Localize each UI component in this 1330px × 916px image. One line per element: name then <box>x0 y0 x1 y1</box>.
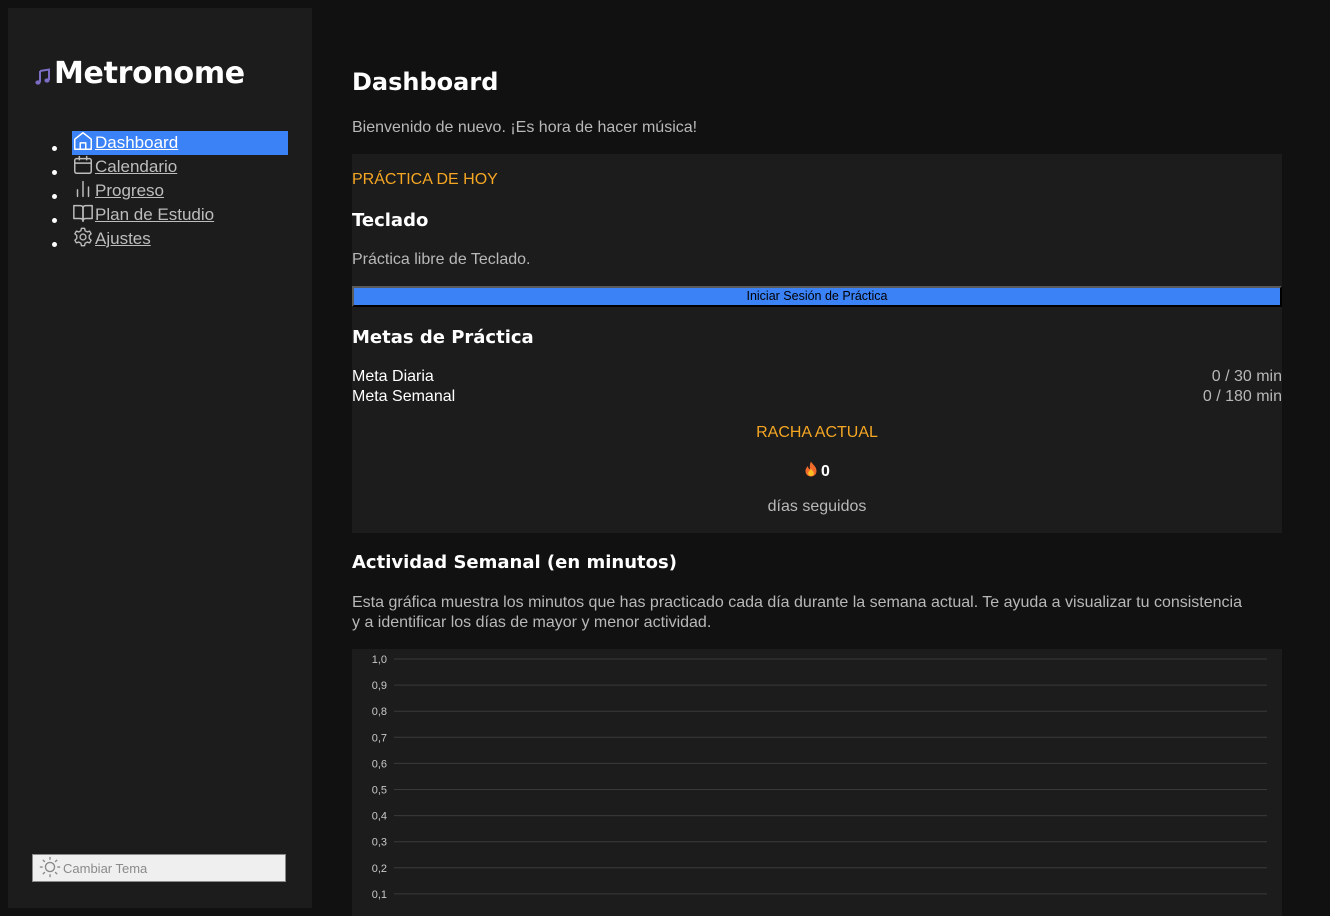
nav-link-dashboard[interactable]: Dashboard <box>72 131 288 155</box>
y-tick-label: 0,5 <box>372 785 387 797</box>
nav-link-plan-de-estudio[interactable]: Plan de Estudio <box>72 203 214 227</box>
sun-icon <box>39 856 61 881</box>
y-tick-label: 0,9 <box>372 680 387 692</box>
nav-link-ajustes[interactable]: Ajustes <box>72 227 151 251</box>
goal-row-weekly: Meta Semanal 0 / 180 min <box>352 388 1282 408</box>
y-tick-label: 1,0 <box>372 654 387 666</box>
sidebar-item-label: Plan de Estudio <box>95 205 215 224</box>
theme-toggle-label: Cambiar Tema <box>63 860 148 876</box>
activity-title: Actividad Semanal (en minutos) <box>352 552 677 573</box>
bar-chart-icon <box>72 178 94 205</box>
weekly-activity-chart: 1,0 0,9 0,8 0,7 0,6 0,5 0,4 0,3 0,2 0,1 <box>352 649 1282 916</box>
instrument-description: Práctica libre de Teclado. <box>352 251 531 268</box>
sidebar-item-label: Calendario <box>95 157 178 176</box>
nav-link-calendario[interactable]: Calendario <box>72 155 177 179</box>
instrument-title: Teclado <box>352 210 429 231</box>
y-tick-label: 0,7 <box>372 732 387 744</box>
flame-icon <box>804 461 818 482</box>
welcome-message: Bienvenido de nuevo. ¡Es hora de hacer m… <box>352 119 698 136</box>
sidebar-item-label: Progreso <box>95 181 164 200</box>
activity-description: Esta gráfica muestra los minutos que has… <box>352 594 1242 631</box>
app-name: Metronome <box>54 56 245 91</box>
today-practice-label: PRÁCTICA DE HOY <box>352 171 498 188</box>
start-practice-button[interactable]: Iniciar Sesión de Práctica <box>352 286 1282 307</box>
goal-name: Meta Semanal <box>352 388 456 405</box>
streak-unit: días seguidos <box>767 498 867 515</box>
sidebar: Metronome Dashboard Calendario Progreso … <box>8 8 312 908</box>
y-tick-label: 0,8 <box>372 706 387 718</box>
streak-value: 0 <box>352 461 1282 482</box>
goal-name: Meta Diaria <box>352 368 434 385</box>
goal-row-daily: Meta Diaria 0 / 30 min <box>352 368 1282 388</box>
app-logo[interactable]: Metronome <box>34 56 245 91</box>
home-icon <box>72 130 94 157</box>
streak-label: RACHA ACTUAL <box>756 424 878 441</box>
y-tick-label: 0,4 <box>372 811 387 823</box>
sidebar-item-label: Dashboard <box>95 133 179 152</box>
gear-icon <box>72 226 94 253</box>
y-tick-label: 0,2 <box>372 863 387 875</box>
chart-canvas: 1,0 0,9 0,8 0,7 0,6 0,5 0,4 0,3 0,2 0,1 <box>372 654 1267 901</box>
y-tick-label: 0,6 <box>372 758 387 770</box>
calendar-icon <box>72 154 94 181</box>
today-practice-card: PRÁCTICA DE HOY Teclado Práctica libre d… <box>352 154 1282 533</box>
book-open-icon <box>72 202 94 229</box>
goal-value: 0 / 30 min <box>1211 368 1282 385</box>
goals-title: Metas de Práctica <box>352 327 534 348</box>
page-title: Dashboard <box>352 68 499 96</box>
y-tick-label: 0,1 <box>372 889 387 901</box>
streak-count: 0 <box>821 462 830 480</box>
theme-toggle-button[interactable]: Cambiar Tema <box>32 854 286 882</box>
goal-value: 0 / 180 min <box>1202 388 1282 405</box>
sidebar-item-label: Ajustes <box>95 229 151 248</box>
y-tick-label: 0,3 <box>372 837 387 849</box>
nav-link-progreso[interactable]: Progreso <box>72 179 164 203</box>
music-note-icon <box>34 67 52 86</box>
